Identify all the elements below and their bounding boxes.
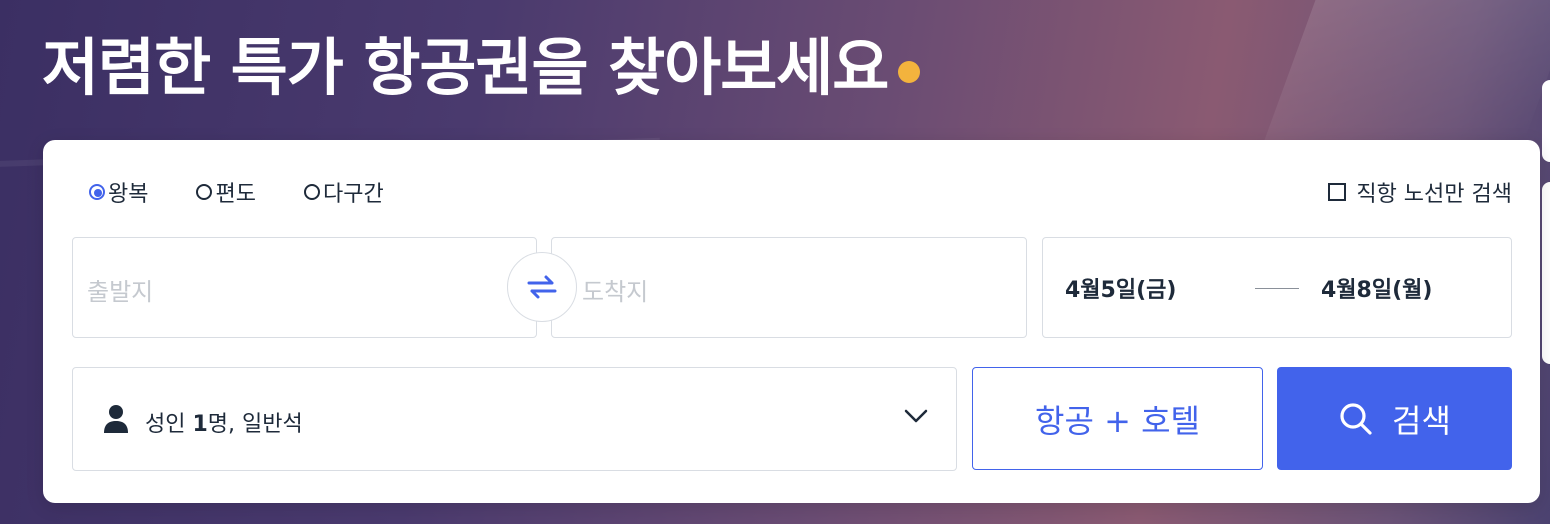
return-date[interactable]: 4월8일(월) — [1321, 272, 1432, 304]
passenger-prefix: 성인 — [145, 412, 193, 437]
side-panel-edge — [1542, 182, 1550, 364]
origin-field[interactable]: 출발지 — [72, 237, 537, 338]
trip-type-multi-city[interactable]: 다구간 — [303, 176, 384, 208]
passenger-cabin-selector[interactable]: 성인 1명, 일반석 — [72, 367, 957, 471]
trip-type-one-way[interactable]: 편도 — [196, 176, 256, 208]
page-title-text: 저렴한 특가 항공권을 찾아보세요 — [42, 31, 889, 104]
trip-type-label: 편도 — [215, 182, 256, 207]
flight-search-card: 왕복 편도 다구간 직항 노선만 검색 출발지 도착지 4월5일(금) 4월8일… — [43, 140, 1540, 503]
depart-date[interactable]: 4월5일(금) — [1065, 272, 1176, 304]
air-hotel-button[interactable]: 항공 + 호텔 — [972, 367, 1263, 470]
trip-type-label: 왕복 — [108, 182, 149, 207]
page-title: 저렴한 특가 항공권을 찾아보세요 — [42, 20, 921, 116]
trip-type-label: 다구간 — [322, 182, 384, 207]
passenger-summary: 성인 1명, 일반석 — [145, 406, 303, 438]
passenger-count: 1 — [192, 412, 208, 437]
swap-route-button[interactable] — [507, 252, 577, 322]
radio-unchecked-icon — [196, 184, 213, 200]
direct-only-label: 직항 노선만 검색 — [1356, 182, 1512, 207]
destination-placeholder: 도착지 — [582, 278, 649, 306]
radio-checked-icon — [89, 184, 105, 200]
search-button-label: 검색 — [1392, 401, 1451, 440]
radio-unchecked-icon — [303, 184, 320, 200]
title-dot-icon — [898, 60, 921, 83]
origin-placeholder: 출발지 — [87, 278, 154, 306]
checkbox-icon — [1328, 183, 1347, 201]
direct-only-checkbox[interactable]: 직항 노선만 검색 — [1328, 176, 1512, 208]
side-panel-edge — [1542, 80, 1550, 162]
trip-type-round-trip[interactable]: 왕복 — [89, 176, 148, 208]
destination-field[interactable]: 도착지 — [551, 237, 1027, 338]
background-wing — [1264, 0, 1550, 140]
date-range-field[interactable]: 4월5일(금) 4월8일(월) — [1042, 237, 1512, 338]
person-icon — [104, 405, 128, 433]
search-button[interactable]: 검색 — [1277, 367, 1512, 470]
trip-type-group: 왕복 편도 다구간 — [89, 176, 384, 208]
date-separator — [1255, 288, 1299, 289]
search-icon — [1340, 402, 1372, 435]
swap-arrows-icon — [527, 275, 557, 299]
passenger-suffix: 명, 일반석 — [207, 412, 303, 437]
chevron-down-icon — [904, 409, 928, 423]
